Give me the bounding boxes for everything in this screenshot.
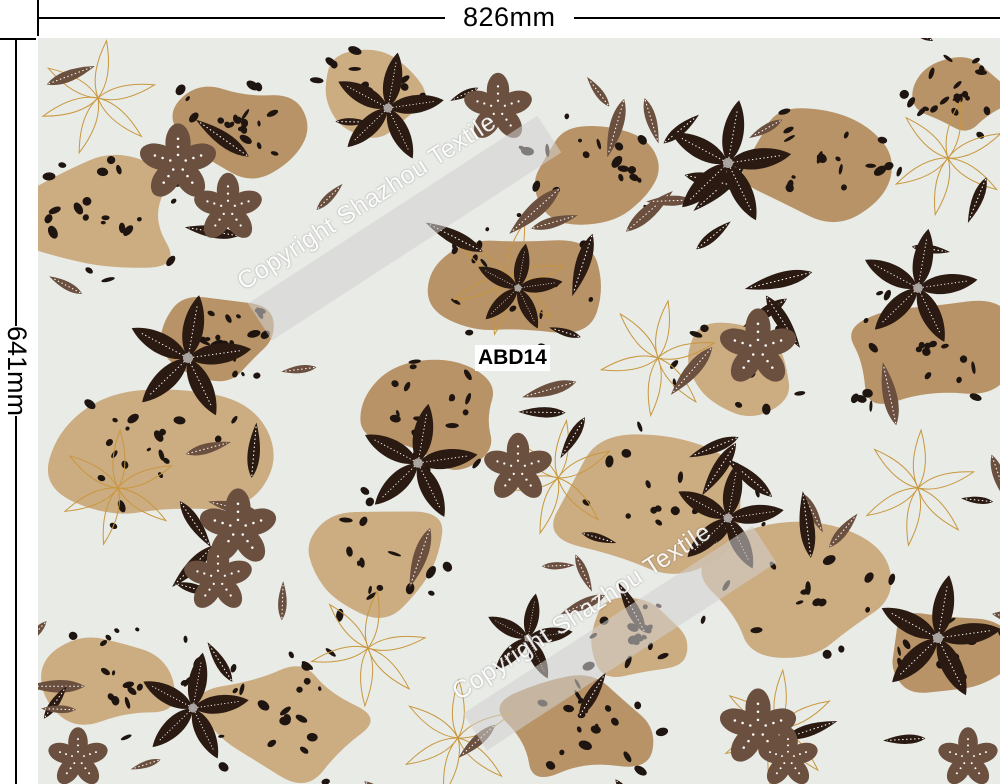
leopard-spot-icon xyxy=(445,422,459,429)
fabric-swatch xyxy=(38,38,1000,784)
leopard-spot-icon xyxy=(101,215,110,221)
height-label: 641mm xyxy=(2,326,32,417)
design-code-label: ABD14 xyxy=(475,345,550,371)
width-ruler: 826mm xyxy=(0,0,1000,38)
width-label: 826mm xyxy=(445,1,574,33)
height-ruler: 641mm xyxy=(0,38,38,784)
height-ruler-tick xyxy=(0,38,36,40)
